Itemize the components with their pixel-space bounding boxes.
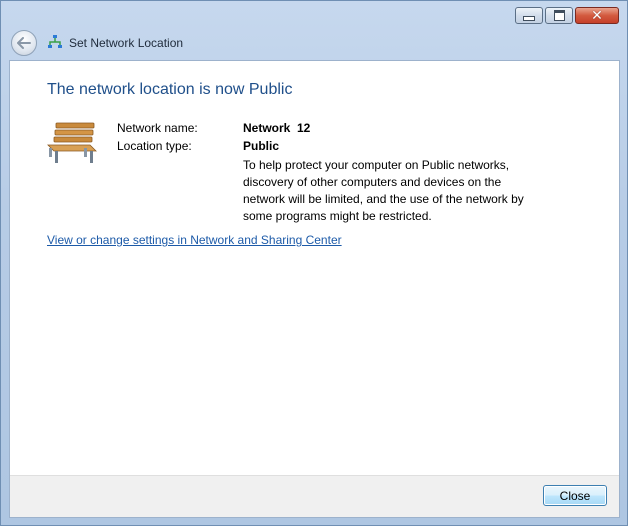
dialog-footer: Close: [10, 475, 619, 517]
network-name-label: Network name:: [117, 121, 198, 135]
close-window-button[interactable]: ✕: [575, 7, 619, 24]
park-bench-icon: [47, 122, 97, 163]
network-name-value: Network 12: [243, 121, 311, 135]
minimize-button[interactable]: [515, 7, 543, 24]
caption-buttons: ✕: [515, 7, 619, 24]
content-area: The network location is now Public Netwo…: [9, 60, 620, 518]
location-type-value: Public: [243, 139, 280, 153]
back-button[interactable]: [11, 30, 37, 56]
network-sharing-center-link[interactable]: View or change settings in Network and S…: [47, 233, 342, 247]
close-button[interactable]: Close: [543, 485, 607, 506]
maximize-button[interactable]: [545, 7, 573, 24]
minimize-icon: [523, 16, 535, 21]
page-title: The network location is now Public: [47, 81, 293, 98]
maximize-icon: [553, 10, 565, 21]
network-icon: [48, 35, 62, 48]
location-description: To help protect your computer on Public …: [243, 158, 524, 223]
close-icon: ✕: [591, 7, 603, 24]
back-arrow-icon: [17, 37, 31, 49]
location-type-label: Location type:: [117, 139, 192, 153]
dialog-window: ✕ Set Network Location The network locat…: [0, 0, 628, 526]
window-title: Set Network Location: [69, 36, 184, 50]
